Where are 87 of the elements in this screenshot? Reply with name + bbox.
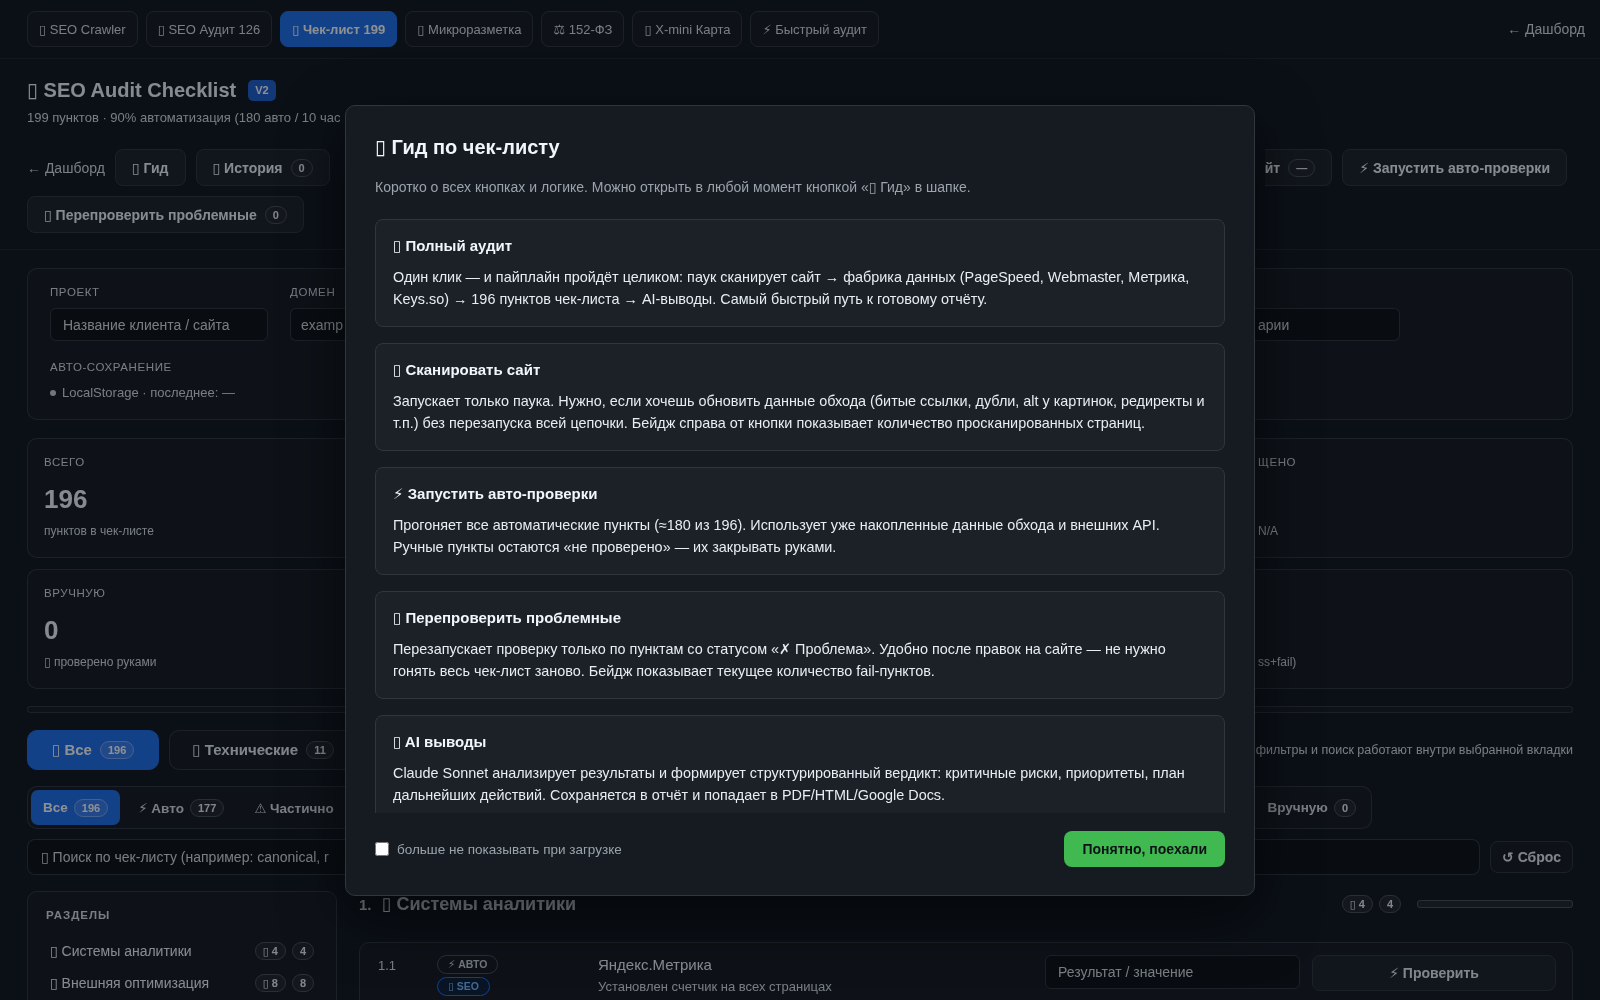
section-item[interactable]: ▯ Системы аналитики ▯ 4 4 xyxy=(46,940,318,962)
item-number: 1.1 xyxy=(378,957,398,975)
stat-caption: ▯ проверено руками xyxy=(44,655,157,669)
panel-title: РАЗДЕЛЫ xyxy=(46,909,111,921)
hint-text: фильтры и поиск работают внутри выбранной вкладки xyxy=(1255,743,1573,757)
card-title: ⚡ Запустить авто-проверки xyxy=(393,485,598,502)
count-badge: ▯ 4 xyxy=(254,942,286,960)
section-number: 1. xyxy=(359,895,372,913)
section-title: ▯ Системы аналитики xyxy=(381,893,577,916)
count-badge: 196 xyxy=(99,741,135,759)
count-badge: 0 xyxy=(264,205,287,224)
count-badge: ▯ 4 xyxy=(1341,895,1373,913)
card-text: Перезапускает проверку только по пунктам со статусом «✗ Проблема». Удобно после правок на сайте — не нужно гонять весь чек-лист заново. Бейдж показывает текущее количество fail-пунктов. xyxy=(393,640,1167,681)
field-label: ДОМЕН xyxy=(290,286,336,298)
filter-tab[interactable]: ⚠ Частично xyxy=(242,790,346,825)
toolbar-button[interactable]: йт — xyxy=(1264,149,1333,186)
stat-caption: ss+fail) xyxy=(1258,655,1297,669)
dialog-intro: Коротко о всех кнопках и логике. Можно открыть в любой момент кнопкой «▯ Гид» в шапке. xyxy=(375,178,971,197)
toolbar-button[interactable]: ▯ Гид xyxy=(114,149,186,186)
count-badge: 8 xyxy=(291,974,314,992)
dashboard-link[interactable]: ← Дашборд xyxy=(27,159,105,176)
stat-label: ВРУЧНУЮ xyxy=(44,587,106,599)
stat-caption: N/A xyxy=(1258,524,1278,538)
item-title: Яндекс.Метрика xyxy=(598,956,712,973)
stat-caption: пунктов в чек-листе xyxy=(44,524,154,538)
field-label: АВТО-СОХРАНЕНИЕ xyxy=(50,361,172,373)
count-badge: 4 xyxy=(291,942,314,960)
count-badge: 0 xyxy=(290,158,313,177)
card-title: ▯ Перепроверить проблемные xyxy=(393,609,621,626)
card-title: ▯ AI выводы xyxy=(393,733,487,750)
filter-tab[interactable]: Вручную 0 xyxy=(1265,790,1368,825)
toolbar-button[interactable]: ▯ Перепроверить проблемные 0 xyxy=(27,196,304,233)
nav-tab[interactable]: ▯ Микроразметка xyxy=(405,11,534,47)
page-subtitle: 199 пунктов · 90% автоматизация (180 авто / 10 час xyxy=(27,110,342,126)
confirm-button[interactable]: Понятно, поехали xyxy=(1064,831,1225,867)
status-dot-icon xyxy=(50,390,56,396)
item-description: Установлен счетчик на всех страницах xyxy=(598,979,832,994)
nav-tab[interactable]: ▯ Чек-лист 199 xyxy=(280,11,398,47)
card-text: Claude Sonnet анализирует результаты и формирует структурированный вердикт: критичные риски, приоритеты, план дальнейших действий. Сохраняется в отчёт и попадает в PDF/HTML/Google Docs. xyxy=(393,764,1186,805)
count-badge: 177 xyxy=(189,798,225,817)
version-badge: V2 xyxy=(248,79,276,101)
count-badge: 4 xyxy=(1378,895,1401,913)
text-input[interactable]: Название клиента / сайта xyxy=(50,308,268,341)
text-input[interactable]: examp xyxy=(290,308,345,341)
nav-tab[interactable]: ▯ SEO Аудит 126 xyxy=(145,11,273,47)
check-button[interactable]: ⚡ Проверить xyxy=(1312,955,1556,991)
card-text: Запускает только паука. Нужно, если хочешь обновить данные обхода (битые ссылки, дубли, alt у картинок, редиректы и т.п.) без перезапуска всей цепочки. Бейдж справа от кнопки показывает количество просканированных страниц. xyxy=(393,392,1206,433)
dashboard-link[interactable]: ← Дашборд xyxy=(1507,21,1585,37)
count-badge: — xyxy=(1288,158,1316,177)
count-badge: 0 xyxy=(1333,798,1356,817)
autosave-status: LocalStorage · последнее: — xyxy=(62,386,235,400)
tag: ▯ SEO xyxy=(437,977,490,996)
search-field[interactable] xyxy=(1255,839,1480,875)
stat-label: ЩЕНО xyxy=(1258,456,1297,468)
nav-tab[interactable]: ▯ SEO Crawler xyxy=(27,11,138,47)
reset-button[interactable]: ↺ Сброс xyxy=(1490,841,1573,873)
stat-value: 196 xyxy=(44,484,88,514)
text-input[interactable]: арии xyxy=(1255,308,1400,341)
card-title: ▯ Сканировать сайт xyxy=(393,361,541,378)
toolbar-button[interactable]: ⚡ Запустить авто-проверки xyxy=(1342,149,1567,186)
count-badge: 11 xyxy=(306,741,334,759)
stat-label: ВСЕГО xyxy=(44,456,85,468)
section-item[interactable]: ▯ Внешняя оптимизация ▯ 8 8 xyxy=(46,972,318,994)
section-name: ▯ Системы аналитики xyxy=(50,943,192,959)
card-text: Один клик — и пайплайн пройдёт целиком: паук сканирует сайт → фабрика данных (PageSpeed, Webmaster, Метрика, Keys.so) → 196 пунктов чек-листа → AI-выводы. Самый быстрый путь к готовому отчёту. xyxy=(393,268,1191,309)
stat-value: 0 xyxy=(44,615,59,645)
section-name: ▯ Внешняя оптимизация xyxy=(50,975,210,991)
category-tab[interactable]: ▯ Технические 11 xyxy=(169,730,345,770)
toolbar-button[interactable]: ▯ История 0 xyxy=(195,149,330,186)
nav-tab[interactable]: ⚡ Быстрый аудит xyxy=(750,11,879,47)
page-title: ▯ SEO Audit Checklist xyxy=(27,78,237,102)
nav-tab[interactable]: ▯ X-mini Карта xyxy=(632,11,743,47)
card-title: ▯ Полный аудит xyxy=(393,237,513,254)
dont-show-checkbox[interactable] xyxy=(375,842,389,856)
count-badge: ▯ 8 xyxy=(254,974,286,992)
count-badge: 196 xyxy=(73,798,109,817)
filter-tab[interactable]: ⚡ Авто 177 xyxy=(126,790,237,825)
search-field[interactable]: ▯ Поиск по чек-листу (например: canonical, r xyxy=(27,839,345,875)
field-label: ПРОЕКТ xyxy=(50,286,100,298)
checkbox-label: больше не показывать при загрузке xyxy=(397,841,622,857)
result-input[interactable]: Результат / значение xyxy=(1045,955,1300,989)
category-tab[interactable]: ▯ Все 196 xyxy=(27,730,160,770)
dialog-title: ▯ Гид по чек-листу xyxy=(375,135,560,160)
filter-tab[interactable]: Все 196 xyxy=(31,790,121,825)
nav-tab[interactable]: ⚖ 152-ФЗ xyxy=(541,11,625,47)
tag: ⚡ АВТО xyxy=(437,955,499,974)
card-text: Прогоняет все автоматические пункты (≈180 из 196). Использует уже накопленные данные обхода и внешних API. Ручные пункты остаются «не проверено» — их закрывать руками. xyxy=(393,516,1161,557)
